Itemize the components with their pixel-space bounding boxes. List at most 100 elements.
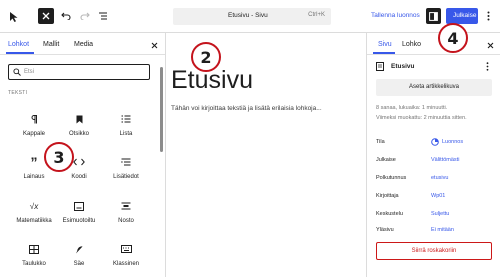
block-paragraph[interactable]: Kappale — [14, 113, 54, 137]
list-view-icon — [99, 12, 107, 20]
redo-button[interactable] — [78, 8, 92, 24]
settings-header-divider — [367, 54, 500, 55]
slug-label: Polkutunnus — [376, 175, 407, 181]
status-draft-icon — [431, 138, 439, 146]
discussion-label: Keskustelu — [376, 211, 403, 217]
tab-block[interactable]: Lohko — [402, 41, 421, 48]
document-title-bar[interactable]: Etusivu - Sivu Ctrl+K — [173, 8, 331, 25]
word-count-text: 8 sanaa, lukuaika: 1 minuutti. — [376, 105, 448, 111]
pullquote-icon — [121, 202, 131, 210]
block-list[interactable]: Lista — [106, 113, 146, 137]
block-label: Lainaus — [23, 174, 45, 180]
block-preformatted[interactable]: Esimuotoiltu — [59, 200, 99, 224]
block-label: Taulukko — [22, 261, 46, 267]
options-button[interactable] — [482, 8, 494, 24]
trash-label: Siirrä roskakoriin — [411, 247, 457, 254]
author-value[interactable]: Wp01 — [431, 193, 445, 199]
block-label: Matematiikka — [16, 218, 52, 224]
bookmark-icon — [76, 115, 82, 123]
block-label: Klassinen — [112, 261, 139, 267]
search-icon — [13, 68, 21, 76]
list-icon — [121, 115, 131, 123]
tab-patterns[interactable]: Mallit — [43, 41, 59, 48]
tab-media[interactable]: Media — [74, 41, 93, 48]
block-table[interactable]: Taulukko — [14, 243, 54, 267]
close-icon — [487, 42, 493, 48]
code-icon — [73, 158, 85, 166]
arrow-cursor-icon — [10, 11, 18, 22]
annotation-marker-3: 3 — [44, 142, 74, 172]
last-edited-text: Viimeksi muokattu: 2 minuuttia sitten. — [376, 115, 467, 121]
top-toolbar: Etusivu - Sivu Ctrl+K Tallenna luonnos J… — [0, 0, 500, 33]
document-title: Etusivu - Sivu — [228, 12, 268, 19]
block-label: Säe — [73, 261, 85, 267]
search-placeholder: Etsi — [24, 68, 35, 75]
block-label: Lisätiedot — [113, 174, 139, 180]
paragraph-icon — [31, 114, 37, 123]
parent-page-value[interactable]: Ei mitään — [431, 227, 454, 233]
tab-blocks[interactable]: Lohkot — [8, 41, 29, 48]
close-inserter-panel-button[interactable] — [148, 39, 160, 51]
block-classic[interactable]: Klassinen — [106, 243, 146, 267]
feather-icon — [75, 245, 82, 253]
publish-button[interactable]: Julkaise — [446, 8, 478, 24]
set-featured-image-button[interactable]: Aseta artikkelikuva — [376, 79, 492, 96]
block-label: Otsikko — [68, 131, 89, 137]
inserter-header-divider — [0, 54, 165, 55]
status-value[interactable]: Luonnos — [442, 139, 463, 145]
block-details[interactable]: Lisätiedot — [106, 156, 146, 180]
document-overview-button[interactable] — [96, 8, 110, 24]
math-icon: √x — [29, 201, 39, 211]
author-label: Kirjoittaja — [376, 193, 399, 199]
page-icon — [376, 62, 384, 71]
wordpress-logo-button[interactable] — [0, 0, 28, 33]
status-label: Tila — [376, 139, 385, 145]
block-label: Lista — [119, 131, 133, 137]
block-label: Kappale — [22, 131, 46, 137]
page-name: Etusivu — [391, 63, 415, 70]
block-label: Nosto — [118, 218, 134, 224]
tab-page[interactable]: Sivu — [378, 41, 392, 48]
more-vertical-icon — [487, 11, 489, 21]
block-search-field[interactable]: Etsi — [8, 64, 150, 80]
sidebar-icon — [429, 11, 438, 21]
details-icon — [121, 158, 131, 166]
undo-button[interactable] — [59, 8, 73, 24]
close-settings-button[interactable] — [484, 39, 496, 51]
parent-page-label: Yläsivu — [376, 227, 394, 233]
block-math[interactable]: √x Matematiikka — [14, 200, 54, 225]
redo-icon — [80, 12, 90, 20]
close-icon — [42, 12, 50, 20]
editor-canvas[interactable]: Etusivu Tähän voi kirjoittaa tekstiä ja … — [166, 33, 366, 277]
annotation-marker-4: 4 — [438, 23, 468, 53]
move-to-trash-button[interactable]: Siirrä roskakoriin — [376, 242, 492, 260]
close-icon — [151, 42, 157, 48]
shortcut-hint: Ctrl+K — [308, 12, 325, 18]
save-draft-button[interactable]: Tallenna luonnos — [371, 12, 420, 19]
classic-keyboard-icon — [120, 245, 132, 253]
featured-image-label: Aseta artikkelikuva — [408, 83, 460, 90]
block-inserter-panel: Lohkot Mallit Media Etsi TEKSTI Kappale … — [0, 33, 166, 277]
publish-label: Julkaise — [453, 12, 477, 19]
settings-sidebar: Sivu Lohko — [366, 33, 500, 277]
publish-value[interactable]: Välittömästi — [431, 157, 459, 163]
page-actions-button[interactable] — [482, 60, 492, 72]
publish-label: Julkaise — [376, 157, 396, 163]
discussion-value[interactable]: Suljettu — [431, 211, 449, 217]
preformatted-icon — [74, 201, 84, 211]
close-inserter-button[interactable] — [38, 8, 54, 24]
category-heading: TEKSTI — [8, 90, 28, 96]
slug-value[interactable]: etusivu — [431, 175, 448, 181]
more-vertical-icon — [486, 61, 488, 71]
block-label: Esimuotoiltu — [62, 218, 96, 224]
block-heading[interactable]: Otsikko — [59, 113, 99, 137]
inserter-scrollbar[interactable] — [160, 67, 163, 152]
table-icon — [29, 244, 39, 254]
block-label: Koodi — [71, 174, 87, 180]
block-pullquote[interactable]: Nosto — [106, 200, 146, 224]
annotation-marker-2: 2 — [191, 42, 221, 72]
settings-toggle-button[interactable] — [426, 8, 441, 24]
quote-icon: ” — [30, 154, 38, 170]
paragraph-block[interactable]: Tähän voi kirjoittaa tekstiä ja lisätä e… — [171, 105, 361, 112]
block-verse[interactable]: Säe — [59, 243, 99, 267]
